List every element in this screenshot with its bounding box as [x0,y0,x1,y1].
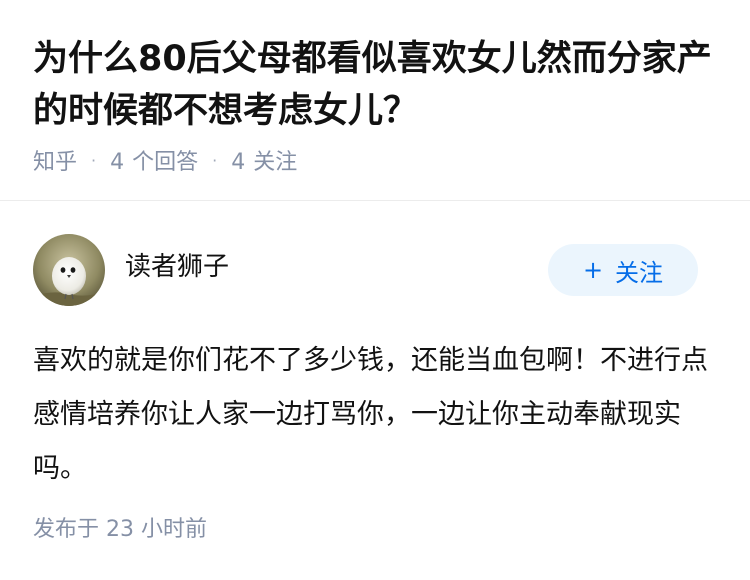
author-avatar[interactable] [33,234,105,306]
question-meta: 知乎 · 4 个回答 · 4 关注 [33,143,297,177]
answer-count-label: 个回答 [132,150,199,175]
source-label[interactable]: 知乎 [33,144,77,176]
answer-content[interactable]: 喜欢的就是你们花不了多少钱，还能当血包啊！不进行点感情培养你让人家一边打骂你，一… [33,334,713,496]
plus-icon: + [582,256,604,284]
follower-count: 4 [231,150,246,175]
meta-separator: · [212,150,218,170]
author-name[interactable]: 读者狮子 [125,247,229,287]
answer-count-link[interactable]: 4 个回答 [110,144,198,176]
follow-button[interactable]: + 关注 [548,244,698,296]
follow-button-label: 关注 [615,258,664,287]
meta-separator: · [91,150,97,170]
question-title[interactable]: 为什么80后父母都看似喜欢女儿然而分家产的时候都不想考虑女儿？ [33,33,723,137]
follower-count-link[interactable]: 4 关注 [231,144,297,176]
question-header: 为什么80后父母都看似喜欢女儿然而分家产的时候都不想考虑女儿？ 知乎 · 4 个回… [0,0,750,200]
answer-card: 读者狮子 + 关注 喜欢的就是你们花不了多少钱，还能当血包啊！不进行点感情培养你… [0,201,750,580]
bird-avatar-icon [33,234,105,306]
follower-count-label: 关注 [253,150,298,175]
publish-time: 发布于 23 小时前 [33,517,207,542]
answer-count: 4 [110,150,125,175]
